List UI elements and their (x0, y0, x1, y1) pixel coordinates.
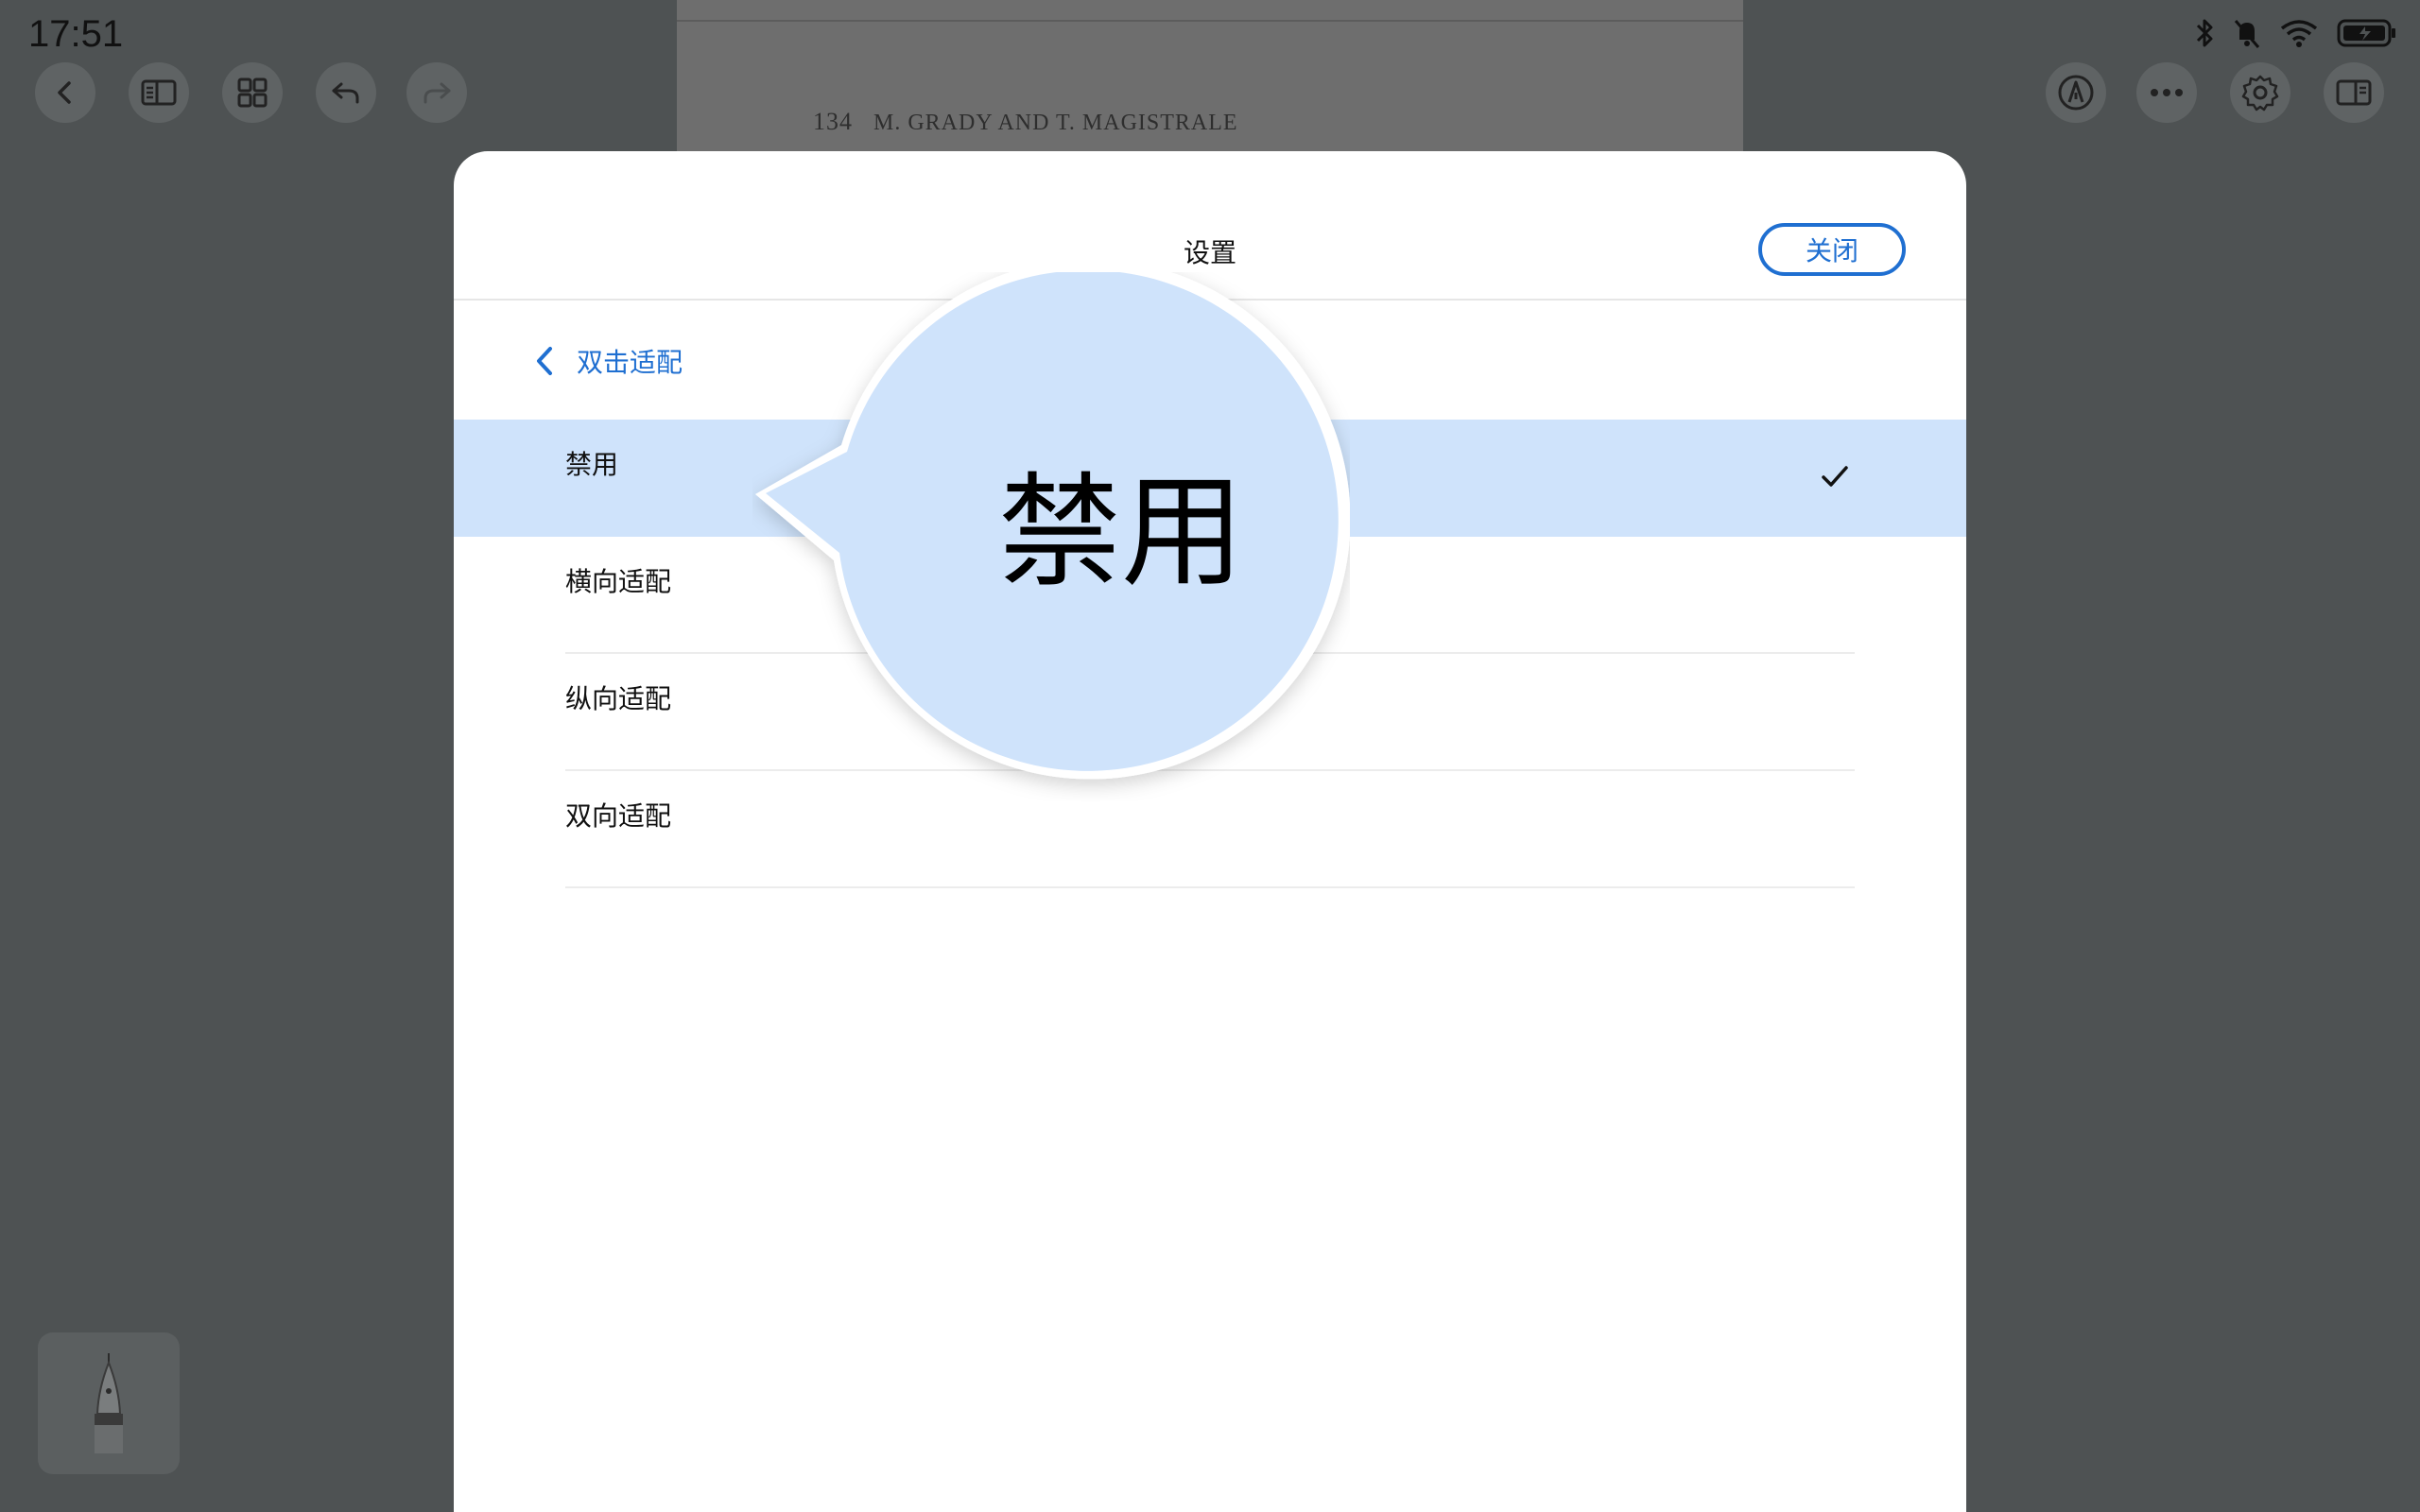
settings-button[interactable] (2230, 62, 2290, 123)
back-button[interactable] (35, 62, 95, 123)
pen-mode-button[interactable] (2046, 62, 2106, 123)
back-icon (58, 81, 71, 104)
screen: 134 M. GRADY AND T. MAGISTRALE 17:51 设置 … (0, 0, 2420, 1512)
panel-icon (2336, 79, 2372, 106)
close-button[interactable]: 关闭 (1758, 223, 1906, 276)
document-top-rule (677, 20, 1743, 22)
option-disabled[interactable]: 禁用 (454, 420, 1966, 537)
gear-icon (2241, 75, 2279, 112)
option-label: 禁用 (565, 449, 619, 480)
pen-mode-icon (2058, 75, 2094, 111)
battery-charging-icon (2337, 19, 2395, 47)
option-list: 禁用 横向适配 纵向适配 双向适配 (454, 420, 1966, 888)
checkmark-icon (1822, 466, 1848, 487)
chevron-left-icon (537, 347, 552, 375)
undo-button[interactable] (316, 62, 376, 123)
option-label: 纵向适配 (565, 683, 672, 714)
page-number: 134 (813, 108, 853, 135)
modal-title: 设置 (1183, 237, 1236, 268)
wifi-icon (2280, 20, 2318, 47)
undo-icon (332, 82, 359, 104)
document-running-header: 134 M. GRADY AND T. MAGISTRALE (813, 108, 1238, 136)
mute-icon (2234, 20, 2260, 48)
option-label: 横向适配 (565, 566, 672, 597)
sidebar-toggle-button[interactable] (129, 62, 189, 123)
more-icon (2151, 89, 2183, 96)
modal-header-divider (454, 299, 1966, 301)
option-vertical-fit[interactable]: 纵向适配 (454, 654, 1966, 771)
status-icons (2195, 17, 2397, 49)
option-separator (565, 886, 1855, 888)
pen-tool-tile[interactable] (38, 1332, 180, 1474)
redo-icon (424, 82, 451, 104)
sidebar-icon (141, 79, 177, 106)
bluetooth-icon (2196, 19, 2213, 47)
redo-button[interactable] (406, 62, 467, 123)
settings-modal: 设置 关闭 双击适配 禁用 横向适配 纵向适配 双向适配 (454, 151, 1966, 1512)
more-button[interactable] (2136, 62, 2197, 123)
panel-toggle-button[interactable] (2324, 62, 2384, 123)
fountain-pen-icon (95, 1353, 123, 1453)
grid-icon (237, 77, 268, 108)
option-label: 双向适配 (565, 800, 672, 832)
grid-view-button[interactable] (222, 62, 283, 123)
running-header-text: M. GRADY AND T. MAGISTRALE (873, 111, 1238, 135)
option-both-fit[interactable]: 双向适配 (454, 771, 1966, 888)
back-navigation[interactable]: 双击适配 (535, 342, 683, 380)
status-time: 17:51 (28, 13, 124, 55)
option-horizontal-fit[interactable]: 横向适配 (454, 537, 1966, 654)
back-label: 双击适配 (577, 347, 683, 378)
